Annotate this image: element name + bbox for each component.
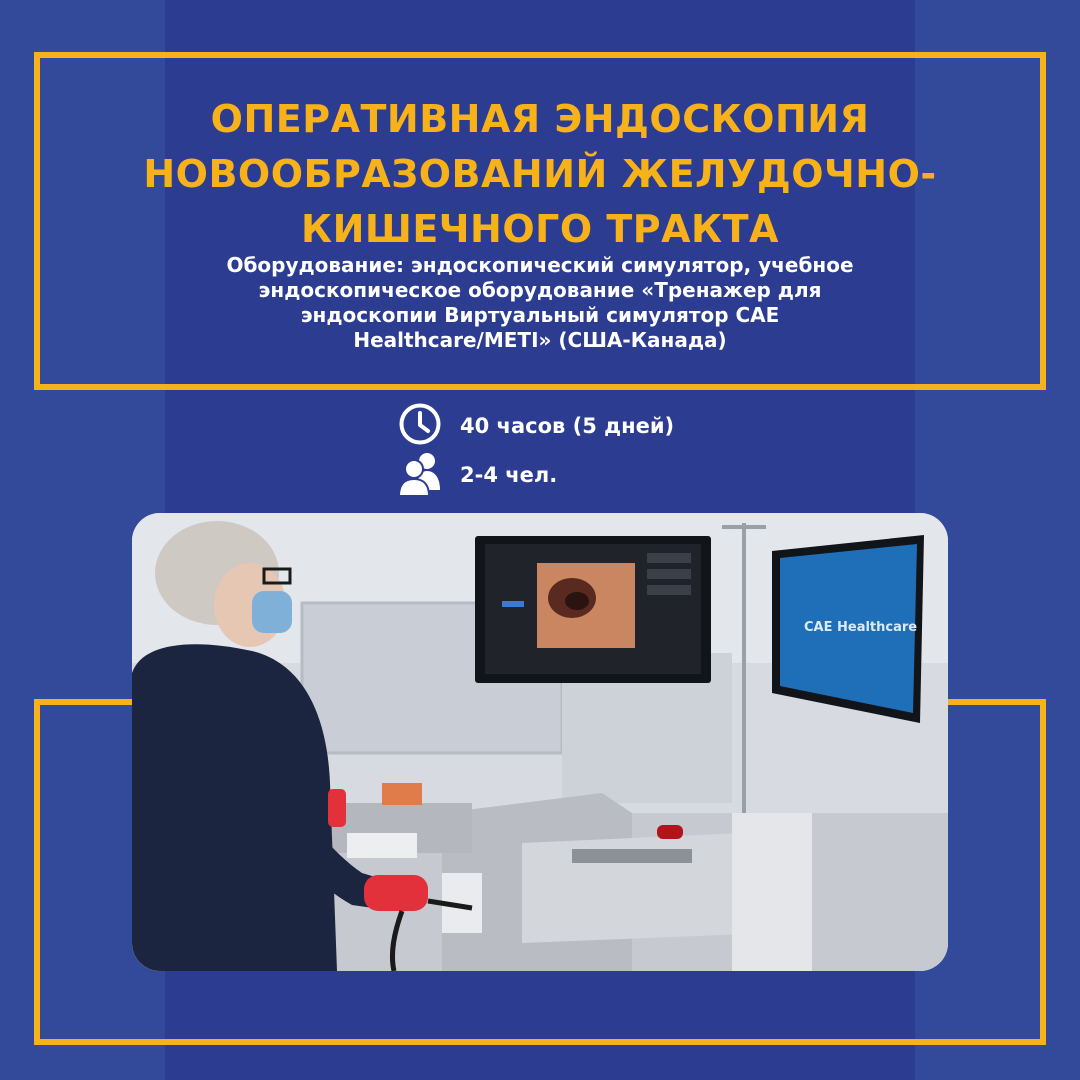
subtitle-line-3: эндоскопии Виртуальный симулятор САЕ: [300, 303, 780, 327]
course-title: ОПЕРАТИВНАЯ ЭНДОСКОПИЯ НОВООБРАЗОВАНИЙ Ж…: [120, 92, 960, 257]
cae-logo-text: CAE Healthcare: [804, 620, 917, 635]
clock-icon: [398, 402, 442, 450]
title-line-1: ОПЕРАТИВНАЯ ЭНДОСКОПИЯ: [210, 97, 870, 141]
title-line-2: НОВООБРАЗОВАНИЙ ЖЕЛУДОЧНО-: [143, 152, 937, 196]
endoscopy-simulator: [442, 793, 812, 971]
title-line-3: КИШЕЧНОГО ТРАКТА: [301, 207, 779, 251]
subtitle-line-2: эндоскопическое оборудование «Тренажер д…: [258, 278, 822, 302]
simulator-monitor: [475, 536, 711, 683]
subtitle-line-1: Оборудование: эндоскопический симулятор,…: [226, 253, 854, 277]
equipment-description: Оборудование: эндоскопический симулятор,…: [150, 253, 930, 353]
course-card: ОПЕРАТИВНАЯ ЭНДОСКОПИЯ НОВООБРАЗОВАНИЙ Ж…: [0, 0, 1080, 1080]
group-size-row: 2-4 чел.: [397, 450, 558, 500]
group-size-text: 2-4 чел.: [460, 463, 558, 487]
subtitle-line-4: Healthcare/METI» (США-Канада): [353, 328, 727, 352]
people-icon: [397, 450, 442, 500]
cae-monitor: CAE Healthcare: [772, 535, 924, 723]
simulator-photo: CAE Healthcare: [132, 513, 948, 971]
duration-row: 40 часов (5 дней): [398, 402, 674, 450]
duration-text: 40 часов (5 дней): [460, 414, 675, 438]
